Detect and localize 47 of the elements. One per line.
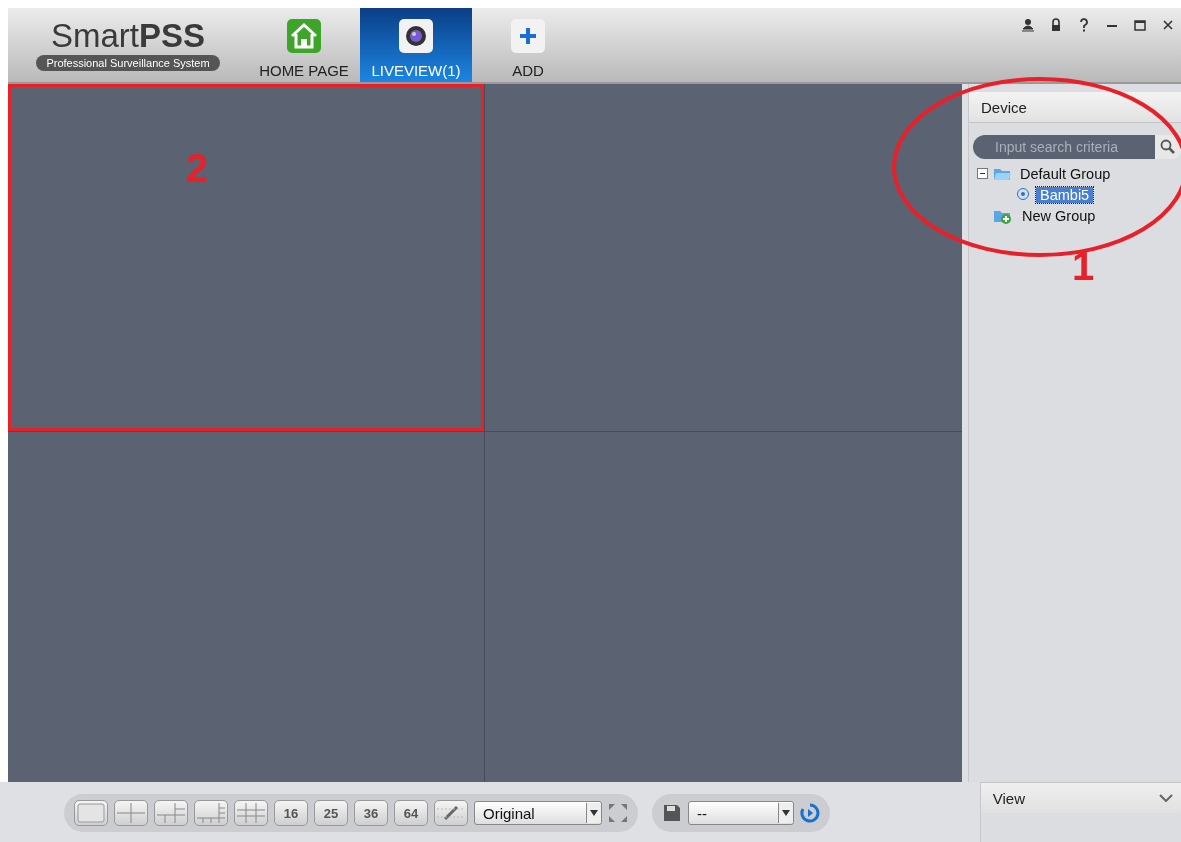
search-icon[interactable] bbox=[1160, 139, 1176, 155]
dropdown-arrow-icon bbox=[782, 810, 790, 816]
layout-button[interactable] bbox=[194, 800, 228, 826]
nav-tab[interactable]: ADD bbox=[472, 8, 584, 82]
layout-button[interactable]: 25 bbox=[314, 800, 348, 826]
folder-icon bbox=[993, 166, 1011, 181]
save-icon[interactable] bbox=[662, 803, 682, 823]
help-icon[interactable] bbox=[1077, 18, 1091, 32]
collapse-toggle[interactable] bbox=[977, 168, 988, 179]
house-icon bbox=[286, 18, 322, 54]
tree-item[interactable]: Bambi5 bbox=[1036, 186, 1094, 203]
refresh-icon[interactable] bbox=[800, 803, 820, 823]
dropdown-arrow-icon bbox=[590, 810, 598, 816]
layout-button[interactable] bbox=[234, 800, 268, 826]
tree-item[interactable]: New Group bbox=[1018, 207, 1100, 224]
app-logo: SmartPSS bbox=[50, 19, 206, 52]
six-view-icon bbox=[155, 801, 187, 825]
fullscreen-icon[interactable] bbox=[608, 803, 628, 823]
panel-footer[interactable]: View bbox=[980, 782, 1181, 813]
quad-view-icon bbox=[115, 801, 147, 825]
chevron-down-icon bbox=[1159, 794, 1173, 802]
nine-view-icon bbox=[235, 801, 267, 825]
nav-tab[interactable]: LIVEVIEW(1) bbox=[360, 8, 472, 82]
layout-button[interactable] bbox=[434, 800, 468, 826]
lock-icon[interactable] bbox=[1049, 18, 1063, 32]
close-icon[interactable] bbox=[1161, 18, 1175, 32]
eight-view-icon bbox=[195, 801, 227, 825]
layout-button[interactable]: 64 bbox=[394, 800, 428, 826]
nav-tab[interactable]: HOME PAGE bbox=[248, 8, 360, 82]
annotation-number: 1 bbox=[1072, 244, 1095, 289]
layout-button[interactable]: 16 bbox=[274, 800, 308, 826]
layout-button[interactable] bbox=[154, 800, 188, 826]
tree-item[interactable]: Default Group bbox=[1016, 165, 1115, 182]
layout-button[interactable] bbox=[74, 800, 108, 826]
tagline: Professional Surveillance System bbox=[36, 55, 220, 71]
maximize-icon[interactable] bbox=[1133, 18, 1147, 32]
panel-header[interactable]: Device bbox=[969, 92, 1181, 123]
layout-button[interactable]: 36 bbox=[354, 800, 388, 826]
user-icon[interactable] bbox=[1021, 18, 1035, 32]
plus-icon bbox=[510, 18, 546, 54]
annotation-number: 2 bbox=[186, 146, 209, 191]
layout-button[interactable] bbox=[114, 800, 148, 826]
camera-lens-icon bbox=[398, 18, 434, 54]
view-dropdown[interactable]: -- bbox=[688, 801, 794, 825]
scale-dropdown[interactable]: Original bbox=[474, 801, 602, 825]
single-view-icon bbox=[75, 801, 107, 825]
webcam-icon bbox=[1015, 186, 1031, 203]
